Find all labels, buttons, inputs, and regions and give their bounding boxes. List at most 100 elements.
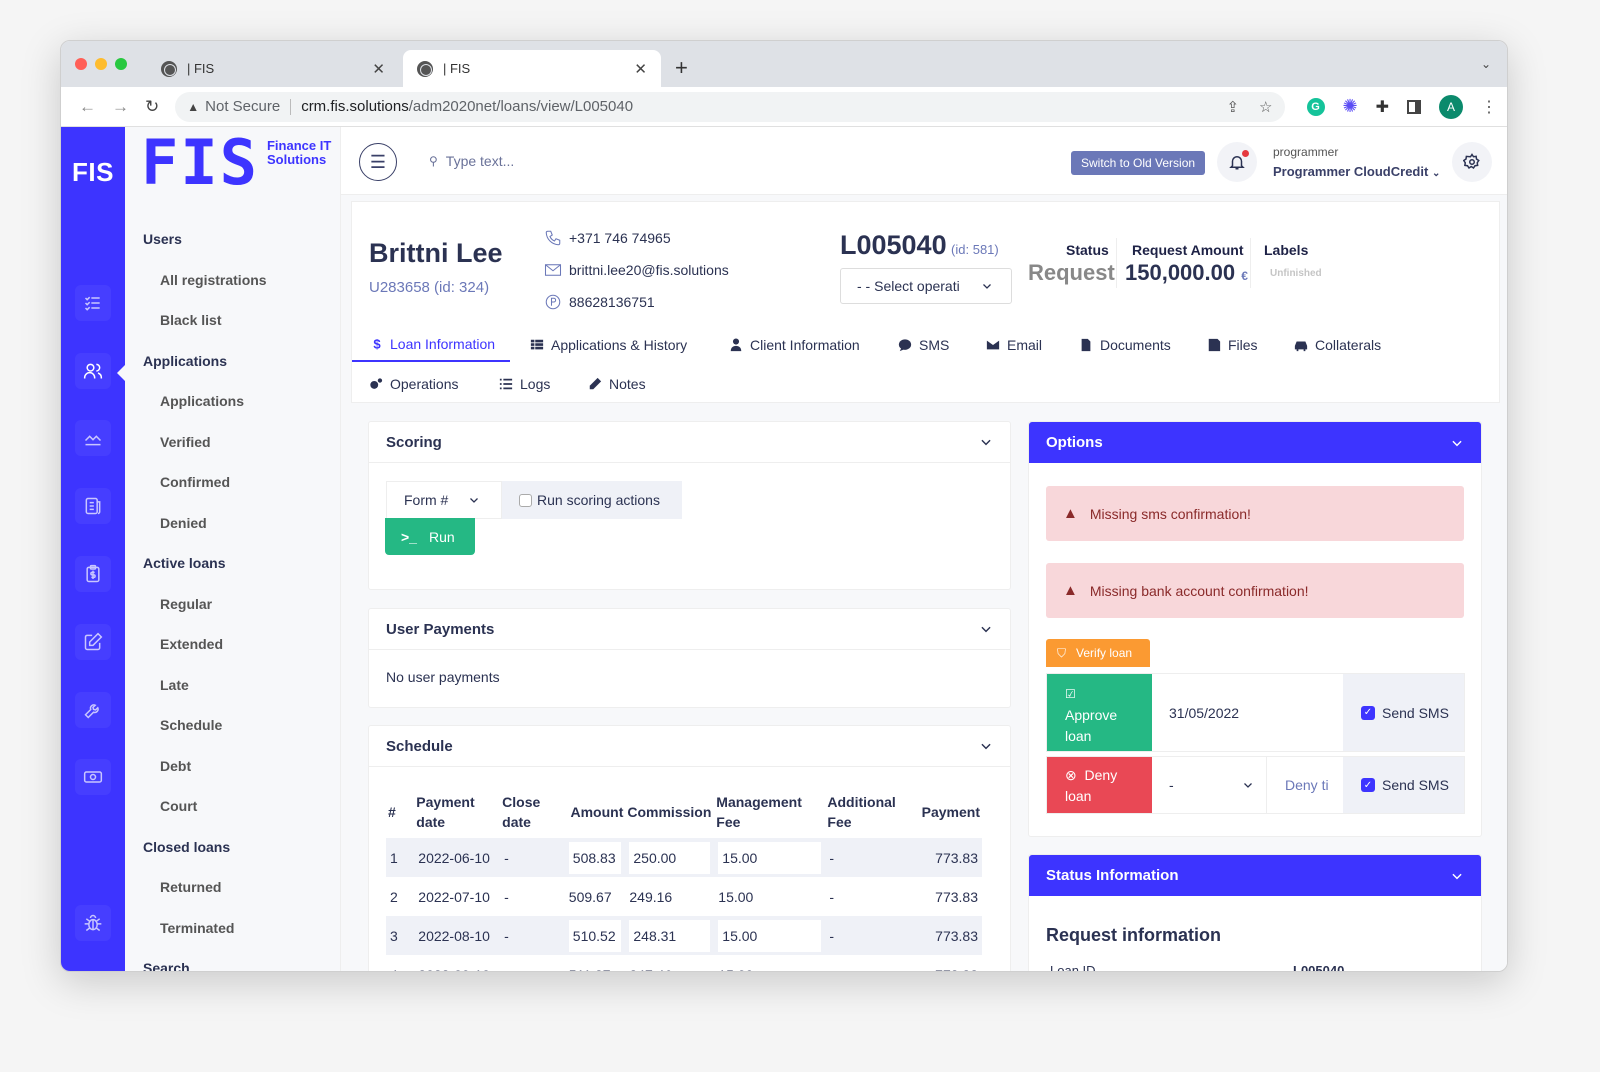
clipboard-dollar-icon[interactable] [75, 556, 111, 592]
search-bar[interactable]: ⚲ Type text... [429, 153, 514, 169]
close-tab-icon[interactable]: ✕ [372, 60, 385, 78]
menu-item[interactable]: Returned [125, 867, 340, 908]
menu-item[interactable]: Terminated [125, 908, 340, 949]
scoring-header[interactable]: Scoring [369, 422, 1010, 463]
status-label: Status [1066, 242, 1109, 258]
tab-notes[interactable]: Notes [588, 367, 646, 401]
tab-collaterals[interactable]: Collaterals [1294, 328, 1381, 362]
kebab-menu-icon[interactable]: ⋮ [1481, 97, 1497, 117]
tab-logs[interactable]: Logs [499, 367, 550, 401]
approve-send-sms[interactable]: ✓ Send SMS [1343, 674, 1464, 751]
money-icon[interactable] [75, 759, 111, 795]
menu-item[interactable]: Confirmed [125, 462, 340, 503]
schedule-cell: 15.00 [714, 955, 825, 972]
grammarly-icon[interactable]: G [1306, 97, 1325, 116]
menu-section-header[interactable]: Users [125, 219, 340, 260]
status-info-header[interactable]: Status Information [1029, 855, 1481, 896]
tab-client-information[interactable]: Client Information [729, 328, 860, 362]
close-window-button[interactable] [75, 58, 87, 70]
schedule-cell[interactable]: 15.00 [714, 838, 826, 877]
user-menu[interactable]: programmer Programmer CloudCredit ⌄ [1273, 145, 1440, 179]
verify-loan-button[interactable]: ⛉ Verify loan [1046, 639, 1150, 667]
approve-loan-button[interactable]: ☑ Approve loan [1047, 674, 1152, 751]
close-tab-icon[interactable]: ✕ [634, 60, 647, 78]
bookmark-star-icon[interactable]: ☆ [1259, 98, 1272, 116]
tab-files[interactable]: Files [1207, 328, 1258, 362]
tab-search-chevron-icon[interactable]: ⌄ [1481, 57, 1491, 71]
tab-documents[interactable]: Documents [1079, 328, 1171, 362]
menu-section-header[interactable]: Applications [125, 341, 340, 382]
menu-item[interactable]: Regular [125, 584, 340, 625]
sparkle-extension-icon[interactable]: ✺ [1343, 96, 1358, 117]
browser-tab[interactable]: | FIS ✕ [147, 50, 399, 87]
menu-section-header[interactable]: Closed loans [125, 827, 340, 868]
tab-operations[interactable]: Operations [369, 367, 458, 401]
menu-item[interactable]: Applications [125, 381, 340, 422]
user-payments-header[interactable]: User Payments [369, 609, 1010, 650]
back-button[interactable]: ← [79, 97, 96, 117]
sidepanel-icon[interactable] [1407, 99, 1421, 114]
search-input[interactable]: Type text... [446, 153, 514, 169]
deny-send-sms[interactable]: ✓ Send SMS [1343, 757, 1464, 813]
menu-item[interactable]: Court [125, 786, 340, 827]
profile-avatar[interactable]: A [1439, 94, 1463, 119]
chart-line-icon[interactable] [75, 420, 111, 456]
share-icon[interactable]: ⇪ [1226, 98, 1239, 116]
approve-date-input[interactable]: 31/05/2022 [1152, 674, 1343, 751]
switch-old-version-button[interactable]: Switch to Old Version [1071, 151, 1206, 175]
url-input[interactable]: ▲ Not Secure crm.fis.solutions /adm2020n… [175, 91, 1285, 122]
checklist-icon[interactable] [75, 285, 111, 321]
settings-button[interactable] [1452, 142, 1492, 182]
minimize-window-button[interactable] [95, 58, 107, 70]
tab-email[interactable]: Email [986, 328, 1042, 362]
deny-reason-select[interactable]: - [1152, 757, 1267, 813]
menu-item[interactable]: Debt [125, 746, 340, 787]
options-header[interactable]: Options [1029, 422, 1481, 463]
schedule-cell[interactable]: 248.31 [625, 916, 715, 955]
schedule-header[interactable]: Schedule [369, 726, 1010, 767]
deny-time-input[interactable]: Deny ti [1267, 757, 1343, 813]
notifications-button[interactable] [1217, 142, 1257, 182]
menu-item[interactable]: All registrations [125, 260, 340, 301]
form-select[interactable]: Form # [386, 481, 502, 519]
browser-tab-active[interactable]: | FIS ✕ [403, 50, 661, 87]
puzzle-icon[interactable]: ✚ [1376, 97, 1389, 117]
deny-loan-button[interactable]: ⊗ Deny loan [1047, 757, 1152, 813]
tab-sms[interactable]: SMS [898, 328, 949, 362]
menu-item[interactable]: Extended [125, 624, 340, 665]
wrench-icon[interactable] [75, 692, 111, 728]
maximize-window-button[interactable] [115, 58, 127, 70]
new-tab-button[interactable]: + [675, 55, 688, 81]
menu-item[interactable]: Verified [125, 422, 340, 463]
client-user-code[interactable]: U283658 (id: 324) [369, 279, 503, 296]
menu-item[interactable]: Black list [125, 300, 340, 341]
reload-button[interactable]: ↻ [145, 97, 159, 117]
tab-applications-history[interactable]: Applications & History [530, 328, 687, 362]
schedule-cell[interactable]: 250.00 [625, 838, 715, 877]
run-button[interactable]: >_ Run [385, 518, 475, 555]
menu-section-header[interactable]: Search [125, 948, 340, 971]
forward-button[interactable]: → [112, 97, 129, 117]
bug-icon[interactable] [75, 905, 111, 941]
menu-item[interactable]: Late [125, 665, 340, 706]
menu-section-header[interactable]: Active loans [125, 543, 340, 584]
menu-item[interactable]: Schedule [125, 705, 340, 746]
hamburger-menu-button[interactable]: ☰ [359, 143, 397, 181]
terminal-icon: >_ [401, 528, 417, 545]
edit-icon[interactable] [75, 624, 111, 660]
send-sms-checkbox[interactable]: ✓ [1361, 778, 1375, 792]
menu-item[interactable]: Denied [125, 503, 340, 544]
status-info-panel: Status Information Request information L… [1028, 854, 1482, 971]
send-sms-checkbox[interactable]: ✓ [1361, 705, 1375, 720]
alert-missing-sms: ▲ Missing sms confirmation! [1046, 486, 1464, 541]
schedule-cell[interactable]: 15.00 [714, 916, 826, 955]
run-scoring-actions-checkbox[interactable] [519, 493, 532, 507]
schedule-cell[interactable]: 508.83 [564, 838, 626, 877]
schedule-cell[interactable]: 510.52 [564, 916, 626, 955]
tab-loan-information[interactable]: $ Loan Information [352, 328, 510, 362]
document-icon[interactable] [75, 488, 111, 524]
run-scoring-actions-option[interactable]: Run scoring actions [502, 481, 682, 519]
client-personal-code: 88628136751 [569, 294, 655, 310]
operation-select[interactable]: - - Select operati [840, 268, 1012, 304]
users-icon[interactable] [75, 353, 111, 389]
